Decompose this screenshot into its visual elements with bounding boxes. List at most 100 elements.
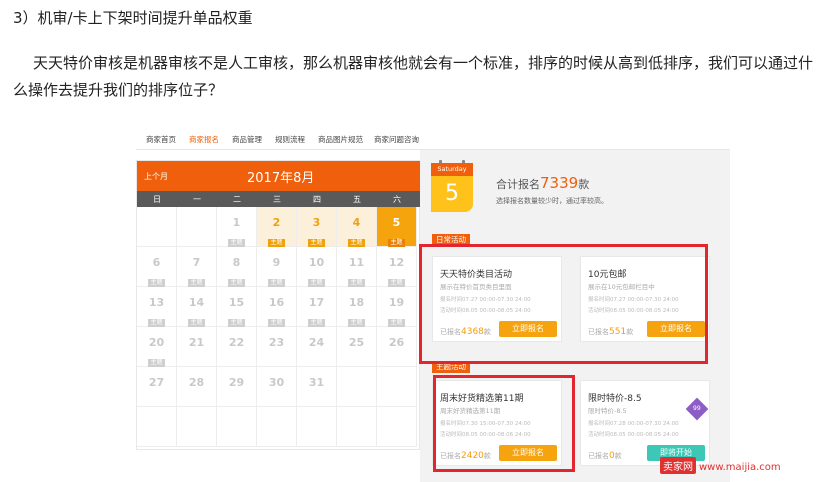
calendar-day-cell[interactable]: 24 <box>297 327 337 367</box>
watermark: 卖家网 www.maijia.com <box>660 457 781 474</box>
day-theme-tag: 主题 <box>228 319 245 327</box>
embedded-screenshot: 商家首页 商家报名 商品管理 规则流程 商品图片规范 商家问题咨询 上个月 20… <box>136 128 730 482</box>
day-theme-tag: 主题 <box>148 279 165 287</box>
day-number: 30 <box>268 376 285 389</box>
weekday-label: 六 <box>393 195 401 204</box>
calendar-day-cell[interactable]: 1 主题 <box>217 207 257 247</box>
watermark-logo: 卖家网 <box>660 457 696 474</box>
nav-products[interactable]: 商品管理 <box>232 134 262 145</box>
day-theme-tag: 主题 <box>148 319 165 327</box>
day-theme-tag: 主题 <box>308 319 325 327</box>
day-theme-tag: 主题 <box>268 319 285 327</box>
calendar-grid: 1 主题 2 主题 3 主题 4 主题 5 主题 6 主题 7 主题 8 主题 9 主题 10 主题 11 主题 12 主题 1… <box>137 207 421 450</box>
day-number: 9 <box>272 256 281 269</box>
card-event-time: 活动时间08.05 00:00-08.05 24:00 <box>588 432 679 438</box>
calendar-day-cell[interactable]: 30 <box>257 367 297 407</box>
day-number: 28 <box>188 376 205 389</box>
calendar-day-cell[interactable]: 26 <box>377 327 417 367</box>
prev-month-link[interactable]: 上个月 <box>144 171 168 182</box>
day-number: 29 <box>228 376 245 389</box>
nav-signup[interactable]: 商家报名 <box>189 134 219 145</box>
day-number: 24 <box>308 336 325 349</box>
calendar-day-cell[interactable]: 31 <box>297 367 337 407</box>
calendar-day-cell[interactable]: 14 主题 <box>177 287 217 327</box>
day-number: 4 <box>352 216 361 229</box>
calendar-day-cell[interactable]: 16 主题 <box>257 287 297 327</box>
day-theme-tag: 主题 <box>388 239 405 247</box>
calendar-day-cell[interactable]: 3 主题 <box>297 207 337 247</box>
day-number: 14 <box>188 296 205 309</box>
calendar-day-cell <box>177 407 217 447</box>
date-card-day: 5 <box>431 176 473 212</box>
day-theme-tag: 主题 <box>268 279 285 287</box>
calendar-day-cell[interactable]: 13 主题 <box>137 287 177 327</box>
nav-home[interactable]: 商家首页 <box>146 134 176 145</box>
day-number: 5 <box>392 216 401 229</box>
weekday-label: 三 <box>273 195 281 204</box>
weekday-label: 二 <box>233 195 241 204</box>
calendar-day-cell[interactable]: 15 主题 <box>217 287 257 327</box>
watermark-url: www.maijia.com <box>699 462 781 473</box>
calendar-day-cell[interactable]: 23 <box>257 327 297 367</box>
day-theme-tag: 主题 <box>308 279 325 287</box>
calendar-day-cell <box>337 407 377 447</box>
calendar-day-cell[interactable]: 7 主题 <box>177 247 217 287</box>
calendar-day-cell <box>337 367 377 407</box>
calendar-day-cell[interactable]: 28 <box>177 367 217 407</box>
calendar-day-cell <box>297 407 337 447</box>
day-theme-tag: 主题 <box>228 239 245 247</box>
calendar-day-cell[interactable]: 9 主题 <box>257 247 297 287</box>
calendar-day-cell[interactable]: 2 主题 <box>257 207 297 247</box>
weekday-label: 五 <box>353 195 361 204</box>
calendar-header: 上个月 2017年8月 <box>137 161 421 191</box>
day-number: 12 <box>388 256 405 269</box>
day-number: 26 <box>388 336 405 349</box>
day-number: 31 <box>308 376 325 389</box>
day-number: 15 <box>228 296 245 309</box>
calendar-day-cell[interactable]: 12 主题 <box>377 247 417 287</box>
discount-badge-icon: 99 <box>685 397 709 421</box>
day-number: 11 <box>348 256 365 269</box>
day-number: 25 <box>348 336 365 349</box>
day-theme-tag: 主题 <box>348 319 365 327</box>
weekday-label: 一 <box>193 195 201 204</box>
nav-rules[interactable]: 规则流程 <box>275 134 305 145</box>
day-number: 19 <box>388 296 405 309</box>
calendar-day-cell <box>137 407 177 447</box>
weekday-label: 四 <box>313 195 321 204</box>
day-number: 22 <box>228 336 245 349</box>
calendar-day-cell[interactable]: 19 主题 <box>377 287 417 327</box>
nav-image-spec[interactable]: 商品图片规范 <box>318 134 363 145</box>
calendar-day-cell[interactable]: 27 <box>137 367 177 407</box>
total-count: 7339 <box>540 174 579 192</box>
day-number: 6 <box>152 256 161 269</box>
calendar-day-cell[interactable]: 17 主题 <box>297 287 337 327</box>
calendar-day-cell[interactable]: 29 <box>217 367 257 407</box>
day-number: 1 <box>232 216 241 229</box>
calendar-day-cell[interactable]: 11 主题 <box>337 247 377 287</box>
calendar-day-cell[interactable]: 6 主题 <box>137 247 177 287</box>
highlight-box-daily <box>419 244 708 364</box>
calendar-day-cell[interactable]: 10 主题 <box>297 247 337 287</box>
calendar-day-cell[interactable]: 4 主题 <box>337 207 377 247</box>
calendar-day-cell[interactable]: 5 主题 <box>377 207 417 247</box>
calendar-day-cell[interactable]: 22 <box>217 327 257 367</box>
date-card-weekday: Saturday <box>431 163 473 176</box>
calendar-day-cell[interactable]: 8 主题 <box>217 247 257 287</box>
activity-card: 限时特价-8.5 限时特价-8.5 报名时间07.28 00:00-07.30 … <box>580 380 710 466</box>
day-theme-tag: 主题 <box>348 239 365 247</box>
weekday-row: 日 一 二 三 四 五 六 <box>137 191 421 207</box>
day-number: 23 <box>268 336 285 349</box>
card-title: 限时特价-8.5 <box>588 394 642 404</box>
calendar-day-cell[interactable]: 18 主题 <box>337 287 377 327</box>
calendar-day-cell[interactable]: 25 <box>337 327 377 367</box>
card-signup-time: 报名时间07.28 00:00-07.30 24:00 <box>588 421 679 427</box>
day-number: 3 <box>312 216 321 229</box>
day-number: 18 <box>348 296 365 309</box>
day-number: 27 <box>148 376 165 389</box>
nav-faq[interactable]: 商家问题咨询 <box>374 134 419 145</box>
calendar-day-cell[interactable]: 20 主题 <box>137 327 177 367</box>
day-theme-tag: 主题 <box>188 319 205 327</box>
calendar-day-cell[interactable]: 21 <box>177 327 217 367</box>
calendar: 上个月 2017年8月 日 一 二 三 四 五 六 1 主题 2 主题 3 主题 4 主题 5 主… <box>136 160 421 450</box>
